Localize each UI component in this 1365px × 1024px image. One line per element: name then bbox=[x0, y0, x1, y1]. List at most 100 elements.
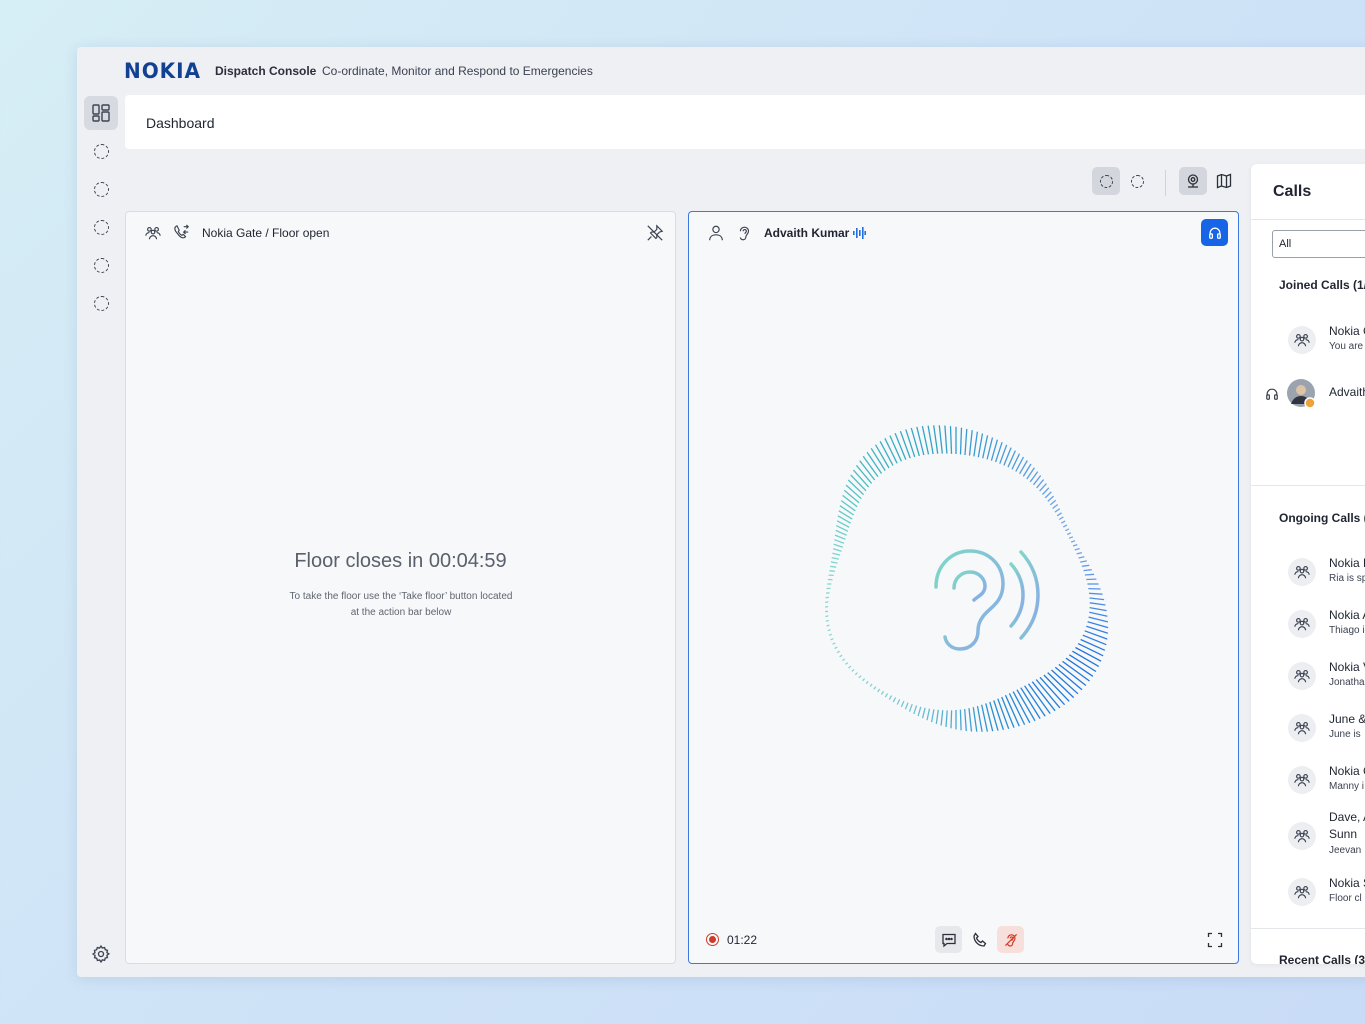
waveform-bar bbox=[845, 662, 849, 665]
waveform-bar bbox=[1074, 547, 1080, 551]
waveform-bar bbox=[865, 680, 869, 685]
waveform-bar bbox=[1070, 540, 1076, 543]
group-icon bbox=[1294, 830, 1310, 843]
message-button[interactable] bbox=[935, 926, 962, 953]
action-bar: 01:22 bbox=[689, 913, 1238, 963]
waveform-bar bbox=[949, 426, 953, 454]
waveform-bar bbox=[896, 699, 901, 705]
nav-item-6[interactable] bbox=[84, 286, 118, 320]
waveform-bar bbox=[825, 601, 829, 604]
waveform-bar bbox=[1083, 569, 1092, 572]
waveform-bar bbox=[1088, 592, 1103, 595]
settings-button[interactable] bbox=[84, 937, 118, 971]
waveform-bar bbox=[870, 447, 886, 471]
location-view-button[interactable] bbox=[1179, 167, 1207, 195]
waveform-bar bbox=[1031, 681, 1056, 712]
panel-header: Advaith Kumar bbox=[689, 212, 1238, 254]
nav-item-4[interactable] bbox=[84, 210, 118, 244]
waveform-bar bbox=[1047, 495, 1055, 502]
nav-dashboard[interactable] bbox=[84, 96, 118, 130]
panel-title: Nokia Gate / Floor open bbox=[202, 226, 330, 240]
call-status: Jonatha bbox=[1329, 677, 1365, 688]
waveform-bar bbox=[973, 431, 979, 457]
pin-off-icon[interactable] bbox=[646, 224, 664, 242]
waveform-bar bbox=[845, 484, 862, 500]
waveform-bar bbox=[1068, 536, 1074, 539]
waveform-bar bbox=[884, 693, 889, 698]
dashboard-icon bbox=[92, 104, 110, 122]
call-name: Nokia L bbox=[1329, 556, 1365, 570]
floor-instructions: To take the floor use the ‘Take floor’ b… bbox=[289, 591, 513, 618]
waveform-bar bbox=[889, 435, 902, 462]
recording-icon bbox=[706, 933, 719, 946]
call-name: Nokia S bbox=[1329, 876, 1365, 890]
waveform-bar bbox=[1049, 499, 1057, 506]
nav-item-3[interactable] bbox=[84, 172, 118, 206]
joined-call-item[interactable]: Advaith bbox=[1251, 372, 1365, 416]
waveform-bar bbox=[1089, 602, 1106, 606]
call-name: Nokia V bbox=[1329, 660, 1365, 674]
waveform-bar bbox=[833, 543, 843, 548]
group-avatar bbox=[1288, 610, 1316, 638]
call-button[interactable] bbox=[966, 926, 993, 953]
map-view-button[interactable] bbox=[1210, 167, 1238, 195]
joined-call-item[interactable]: Nokia G You are bbox=[1251, 318, 1365, 362]
call-status: Manny i bbox=[1329, 781, 1365, 792]
placeholder-icon bbox=[93, 181, 109, 197]
divider bbox=[1251, 219, 1365, 220]
waveform-bar bbox=[1051, 669, 1079, 695]
waveform-bar bbox=[832, 552, 841, 556]
chat-icon bbox=[941, 933, 956, 947]
waveform-bar bbox=[938, 425, 943, 454]
waveform-bar bbox=[993, 700, 1005, 731]
call-timer: 01:22 bbox=[727, 933, 758, 947]
call-status: Thiago i bbox=[1329, 625, 1365, 636]
waveform-bar bbox=[858, 675, 862, 679]
nav-item-5[interactable] bbox=[84, 248, 118, 282]
layout-toggle-2[interactable] bbox=[1123, 167, 1151, 195]
ongoing-call-item[interactable]: Nokia C Manny i bbox=[1251, 758, 1365, 802]
waveform-bar bbox=[888, 695, 893, 700]
ongoing-call-item[interactable]: Dave, A Sunn Jeevan bbox=[1251, 810, 1365, 866]
waveform-bar bbox=[1024, 685, 1046, 717]
waveform-bar bbox=[842, 494, 858, 508]
waveform-bar bbox=[851, 669, 855, 672]
ongoing-call-item[interactable]: Nokia A Thiago i bbox=[1251, 602, 1365, 646]
joined-calls-header: Joined Calls (1/ bbox=[1279, 278, 1365, 292]
waveform-bar bbox=[1036, 479, 1045, 489]
waveform-bar bbox=[866, 451, 883, 474]
waveform-bar bbox=[873, 686, 877, 690]
nav-rail bbox=[77, 95, 125, 977]
group-icon bbox=[1294, 670, 1310, 683]
group-avatar bbox=[1288, 766, 1316, 794]
gear-icon bbox=[91, 944, 111, 964]
waveform-bar bbox=[869, 683, 873, 687]
placeholder-icon bbox=[93, 295, 109, 311]
calls-filter-select[interactable]: All bbox=[1272, 230, 1365, 258]
waveform-bar bbox=[1066, 532, 1072, 536]
nav-item-2[interactable] bbox=[84, 134, 118, 168]
stop-listening-button[interactable] bbox=[997, 926, 1024, 953]
waveform-bar bbox=[879, 440, 894, 466]
ongoing-call-item[interactable]: Nokia S Floor cl bbox=[1251, 870, 1365, 914]
waveform-bar bbox=[900, 700, 905, 708]
waveform-bar bbox=[827, 629, 831, 632]
waveform-bar bbox=[877, 688, 881, 693]
waveform-bar bbox=[1087, 621, 1109, 629]
placeholder-icon bbox=[93, 143, 109, 159]
fullscreen-icon[interactable] bbox=[1207, 932, 1223, 948]
phone-icon bbox=[972, 931, 986, 947]
ongoing-call-item[interactable]: Nokia V Jonatha bbox=[1251, 654, 1365, 698]
headset-button[interactable] bbox=[1201, 219, 1228, 246]
waveform-bar bbox=[944, 425, 948, 454]
ongoing-call-item[interactable]: June & June is bbox=[1251, 706, 1365, 750]
waveform-bar bbox=[848, 665, 852, 669]
waveform-bar bbox=[986, 437, 994, 460]
private-call-panel: Advaith Kumar 01:22 bbox=[688, 211, 1239, 964]
call-name: Nokia G bbox=[1329, 324, 1365, 338]
avatar bbox=[1287, 379, 1316, 409]
waveform-bar bbox=[1082, 634, 1107, 646]
layout-toggle-1[interactable] bbox=[1092, 167, 1120, 195]
ongoing-call-item[interactable]: Nokia L Ria is sp bbox=[1251, 550, 1365, 594]
group-icon bbox=[1294, 334, 1310, 347]
